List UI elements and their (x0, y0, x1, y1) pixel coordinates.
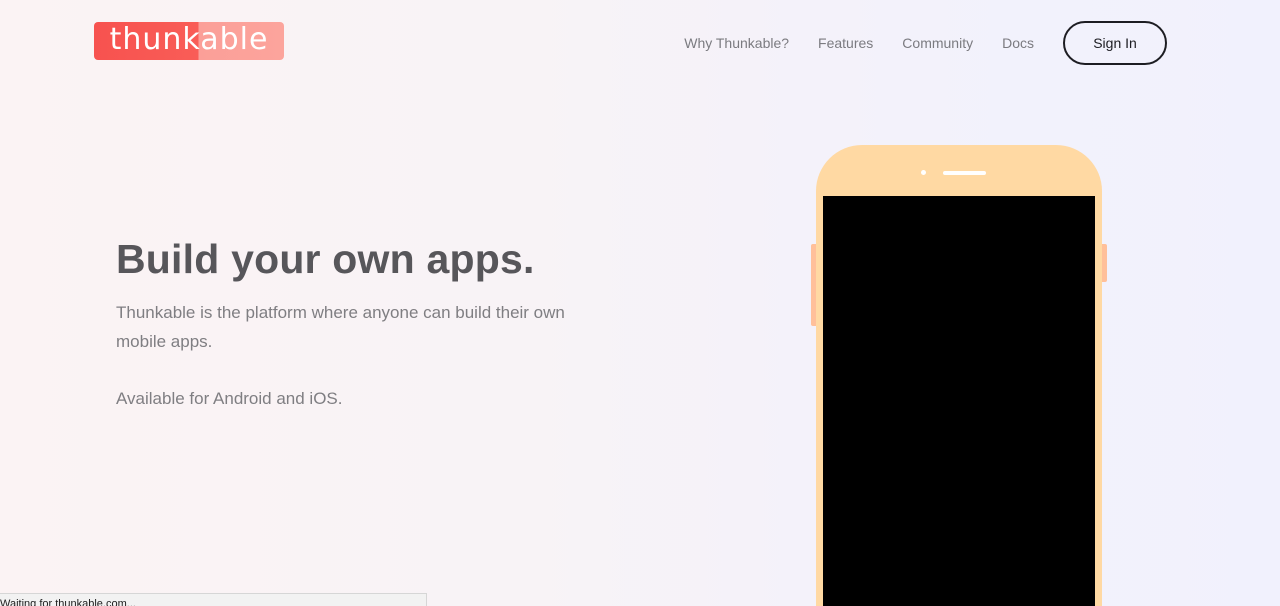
phone-speaker (943, 171, 986, 175)
nav-link-community[interactable]: Community (902, 35, 973, 51)
status-text: Waiting for thunkable.com... (0, 598, 136, 606)
nav-link-why-thunkable[interactable]: Why Thunkable? (684, 35, 789, 51)
phone-camera (921, 170, 926, 175)
hero-subtitle: Thunkable is the platform where anyone c… (116, 303, 565, 351)
phone-screen (823, 196, 1095, 606)
hero-title: Build your own apps. (116, 236, 535, 282)
nav-link-docs[interactable]: Docs (1002, 35, 1034, 51)
sign-in-button[interactable]: Sign In (1063, 21, 1167, 65)
phone-illustration (816, 145, 1102, 606)
phone-side-button-right (1102, 244, 1107, 282)
hero-availability: Available for Android and iOS. (116, 389, 343, 408)
thunkable-logo[interactable]: thunkable (94, 22, 284, 60)
main-nav: Why Thunkable? Features Community Docs S… (684, 21, 1167, 65)
nav-link-features[interactable]: Features (818, 35, 873, 51)
browser-status-bar: Waiting for thunkable.com... (0, 593, 427, 606)
